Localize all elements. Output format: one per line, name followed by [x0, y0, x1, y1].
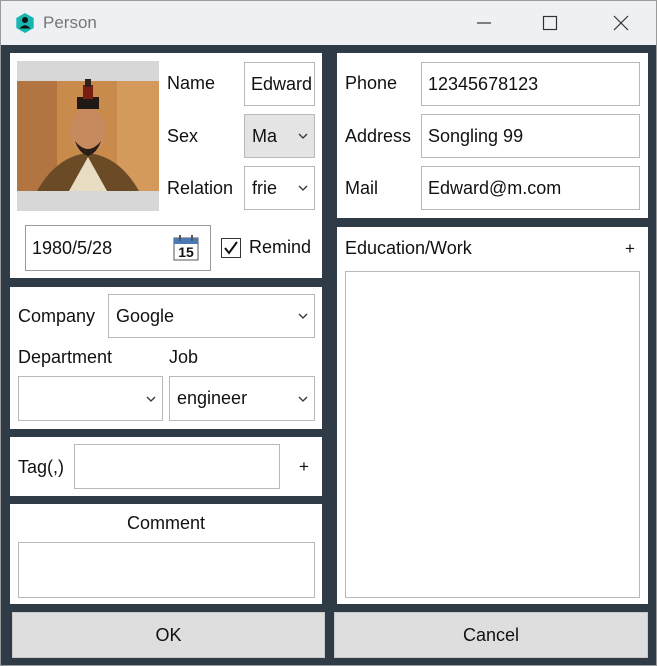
address-label: Address: [345, 126, 412, 146]
job-value: engineer: [177, 388, 248, 408]
department-label: Department: [18, 347, 113, 367]
phone-input-text[interactable]: [428, 73, 639, 95]
close-icon: [613, 15, 629, 31]
phone-label: Phone: [345, 73, 398, 93]
maximize-icon: [542, 15, 558, 31]
minimize-icon: [477, 22, 491, 24]
phone-input[interactable]: [421, 62, 640, 106]
calendar-day: 15: [178, 244, 194, 260]
company-select[interactable]: Google: [108, 294, 315, 338]
comment-label: Comment: [126, 513, 206, 533]
chevron-down-icon: [292, 115, 314, 157]
chevron-down-icon: [292, 377, 314, 420]
sex-value: Ma: [252, 125, 278, 146]
birthday-date-picker[interactable]: 1980/5/28 15: [25, 225, 211, 271]
remind-checkbox[interactable]: [221, 238, 241, 258]
name-label: Name: [167, 73, 216, 93]
add-education-button[interactable]: +: [625, 239, 635, 259]
calendar-icon[interactable]: 15: [172, 234, 200, 262]
maximize-button[interactable]: [533, 9, 567, 37]
tag-input[interactable]: [74, 444, 280, 489]
add-tag-button[interactable]: +: [299, 457, 309, 477]
checkmark-icon: [224, 241, 238, 255]
sex-label: Sex: [167, 126, 199, 146]
name-input-text[interactable]: [251, 73, 314, 95]
education-label: Education/Work: [345, 238, 472, 258]
address-input[interactable]: [421, 114, 640, 158]
company-label: Company: [18, 306, 96, 326]
remind-label: Remind: [249, 237, 312, 257]
portrait-photo: [17, 61, 159, 211]
mail-input[interactable]: [421, 166, 640, 210]
relation-value: frie: [252, 177, 278, 198]
window-title: Person: [43, 13, 97, 32]
education-list[interactable]: [345, 271, 640, 598]
birthday-value: 1980/5/28: [32, 237, 113, 258]
comment-textarea[interactable]: [18, 542, 315, 598]
company-value: Google: [116, 305, 175, 326]
sex-select[interactable]: Ma: [244, 114, 315, 158]
chevron-down-icon: [292, 167, 314, 209]
minimize-button[interactable]: [467, 9, 501, 37]
job-label: Job: [169, 347, 199, 367]
chevron-down-icon: [292, 295, 314, 337]
chevron-down-icon: [140, 377, 162, 420]
job-select[interactable]: engineer: [169, 376, 315, 421]
mail-label: Mail: [345, 178, 379, 198]
close-button[interactable]: [604, 9, 638, 37]
mail-input-text[interactable]: [428, 177, 639, 199]
title-bar[interactable]: Person: [1, 1, 656, 45]
tag-label: Tag(,): [18, 457, 65, 477]
ok-button[interactable]: OK: [12, 612, 325, 658]
person-app-icon: [15, 13, 35, 33]
department-select[interactable]: [18, 376, 163, 421]
address-input-text[interactable]: [428, 125, 639, 147]
cancel-button[interactable]: Cancel: [334, 612, 648, 658]
tag-input-text[interactable]: [81, 456, 279, 477]
person-dialog: Person Name Sex Ma: [0, 0, 657, 666]
relation-label: Relation: [167, 178, 234, 198]
relation-select[interactable]: frie: [244, 166, 315, 210]
name-input[interactable]: [244, 62, 315, 106]
